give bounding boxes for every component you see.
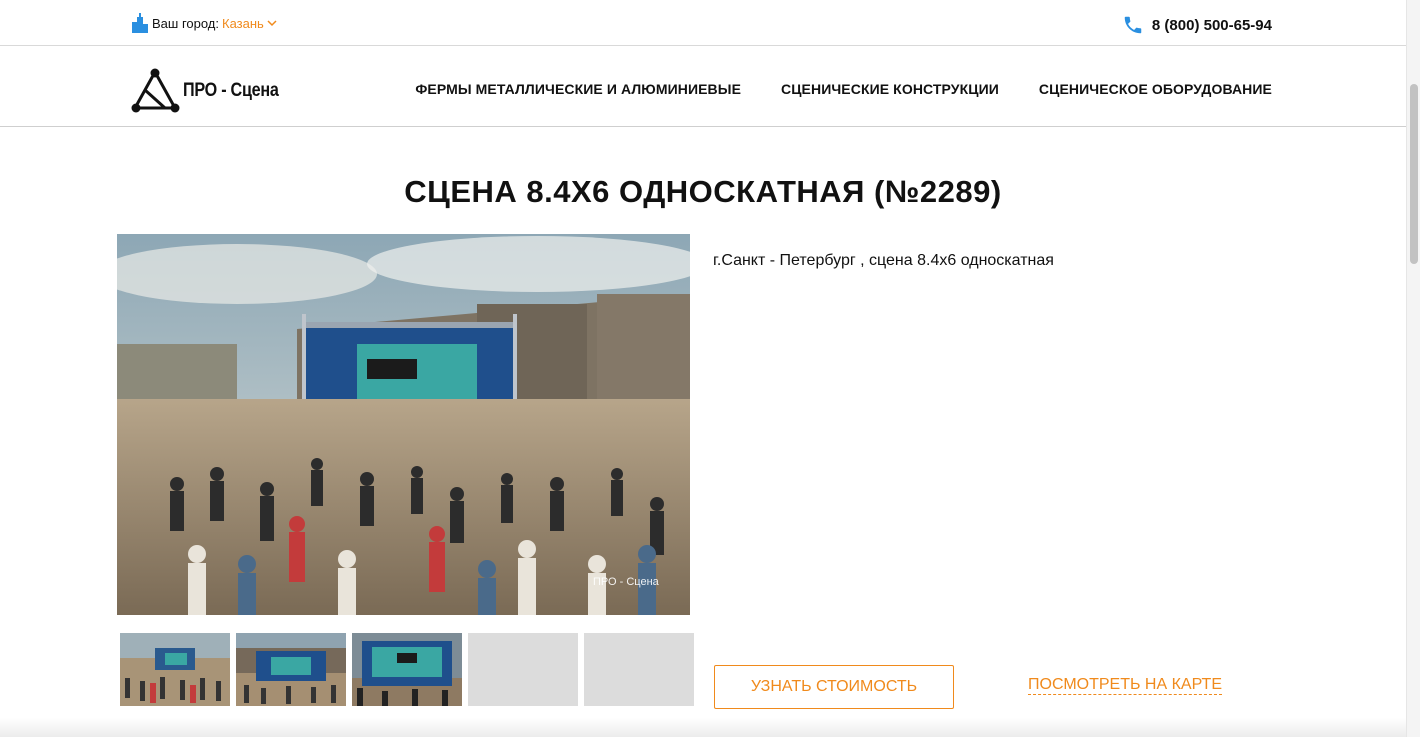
site-logo[interactable]: ПРО - Сцена [131,68,295,114]
nav-item-trusses[interactable]: ФЕРМЫ МЕТАЛЛИЧЕСКИЕ И АЛЮМИНИЕВЫЕ [415,81,741,97]
site-header: ПРО - Сцена ФЕРМЫ МЕТАЛЛИЧЕСКИЕ И АЛЮМИН… [0,46,1406,127]
page-title: СЦЕНА 8.4Х6 ОДНОСКАТНАЯ (№2289) [404,174,1002,209]
chevron-down-icon[interactable] [266,17,278,29]
thumbnail-3[interactable] [352,633,462,706]
nav-item-stage-equipment[interactable]: СЦЕНИЧЕСКОЕ ОБОРУДОВАНИЕ [1039,81,1272,97]
city-selector[interactable]: Ваш город: Казань [132,13,278,33]
view-on-map-link[interactable]: ПОСМОТРЕТЬ НА КАРТЕ [1028,676,1222,695]
thumbnail-placeholder-1[interactable] [468,633,578,706]
bottom-fade [0,718,1406,737]
logo-text: ПРО - Сцена [183,80,279,101]
main-nav: ФЕРМЫ МЕТАЛЛИЧЕСКИЕ И АЛЮМИНИЕВЫЕ СЦЕНИЧ… [415,81,1272,97]
photo-watermark: ПРО - Сцена [593,576,660,588]
city-label: Ваш город: [152,15,219,31]
phone-contact[interactable]: 8 (800) 500-65-94 [1122,14,1272,36]
phone-number[interactable]: 8 (800) 500-65-94 [1152,17,1272,34]
stage-photo-illustration: ПРО - Сцена [117,234,690,615]
nav-item-stage-constructions[interactable]: СЦЕНИЧЕСКИЕ КОНСТРУКЦИИ [781,81,999,97]
thumbnail-placeholder-2[interactable] [584,633,694,706]
thumbnail-2[interactable] [236,633,346,706]
triangle-logo-icon [131,68,180,113]
get-price-button[interactable]: УЗНАТЬ СТОИМОСТЬ [714,665,954,709]
scrollbar-thumb[interactable] [1410,84,1418,264]
product-description: г.Санкт - Петербург , сцена 8.4х6 односк… [713,252,1054,269]
thumbnail-1[interactable] [120,633,230,706]
city-buildings-icon [132,13,148,33]
page-scrollbar[interactable] [1406,0,1420,737]
photo-thumbnails [120,633,694,706]
phone-icon [1124,16,1142,34]
city-value[interactable]: Казань [222,16,264,31]
main-product-photo[interactable]: ПРО - Сцена [117,234,690,615]
top-bar: Ваш город: Казань 8 (800) 500-65-94 [0,0,1406,46]
